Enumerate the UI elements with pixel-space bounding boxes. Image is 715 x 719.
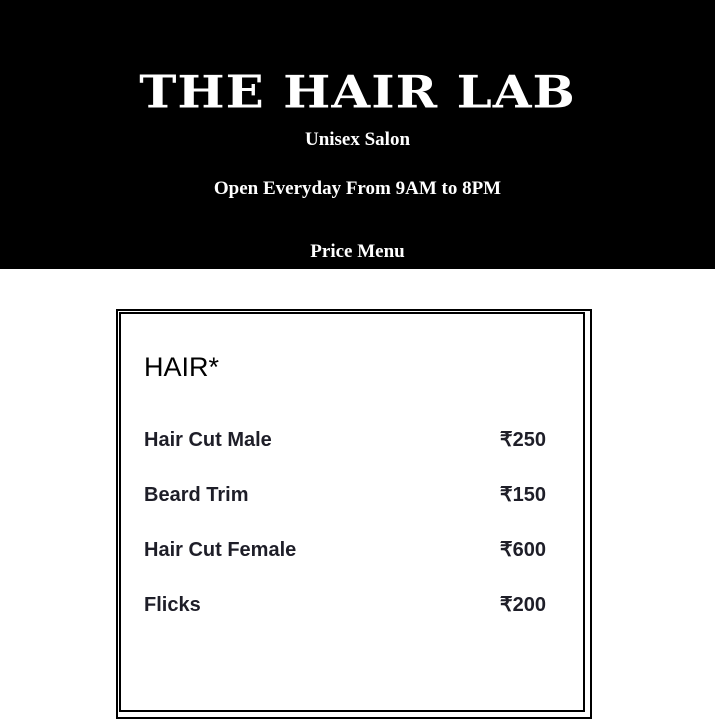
service-name: Hair Cut Male <box>144 429 272 451</box>
service-name: Flicks <box>144 594 201 616</box>
tagline: Unisex Salon <box>304 129 411 150</box>
price-menu-link[interactable]: Price Menu <box>0 240 715 264</box>
price-row: Flicks ₹200 <box>144 592 546 618</box>
opening-hours: Open Everyday From 9AM to 8PM <box>213 178 502 199</box>
service-name: Hair Cut Female <box>144 539 297 561</box>
price-card: HAIR* Hair Cut Male ₹250 Beard Trim ₹150… <box>116 309 592 719</box>
service-price: ₹250 <box>499 429 546 451</box>
service-price: ₹200 <box>499 594 546 616</box>
site-header: THE HAIR LAB Unisex Salon Open Everyday … <box>0 0 715 269</box>
price-row: Hair Cut Male ₹250 <box>144 427 546 453</box>
service-name: Beard Trim <box>144 484 249 506</box>
service-price: ₹150 <box>499 484 546 506</box>
section-title-hair: HAIR* <box>144 352 220 382</box>
price-row: Beard Trim ₹150 <box>144 482 546 508</box>
price-row: Hair Cut Female ₹600 <box>144 537 546 563</box>
brand-logo-text: THE HAIR LAB <box>139 65 576 119</box>
price-card-inner: HAIR* Hair Cut Male ₹250 Beard Trim ₹150… <box>119 312 585 712</box>
service-price: ₹600 <box>499 539 546 561</box>
